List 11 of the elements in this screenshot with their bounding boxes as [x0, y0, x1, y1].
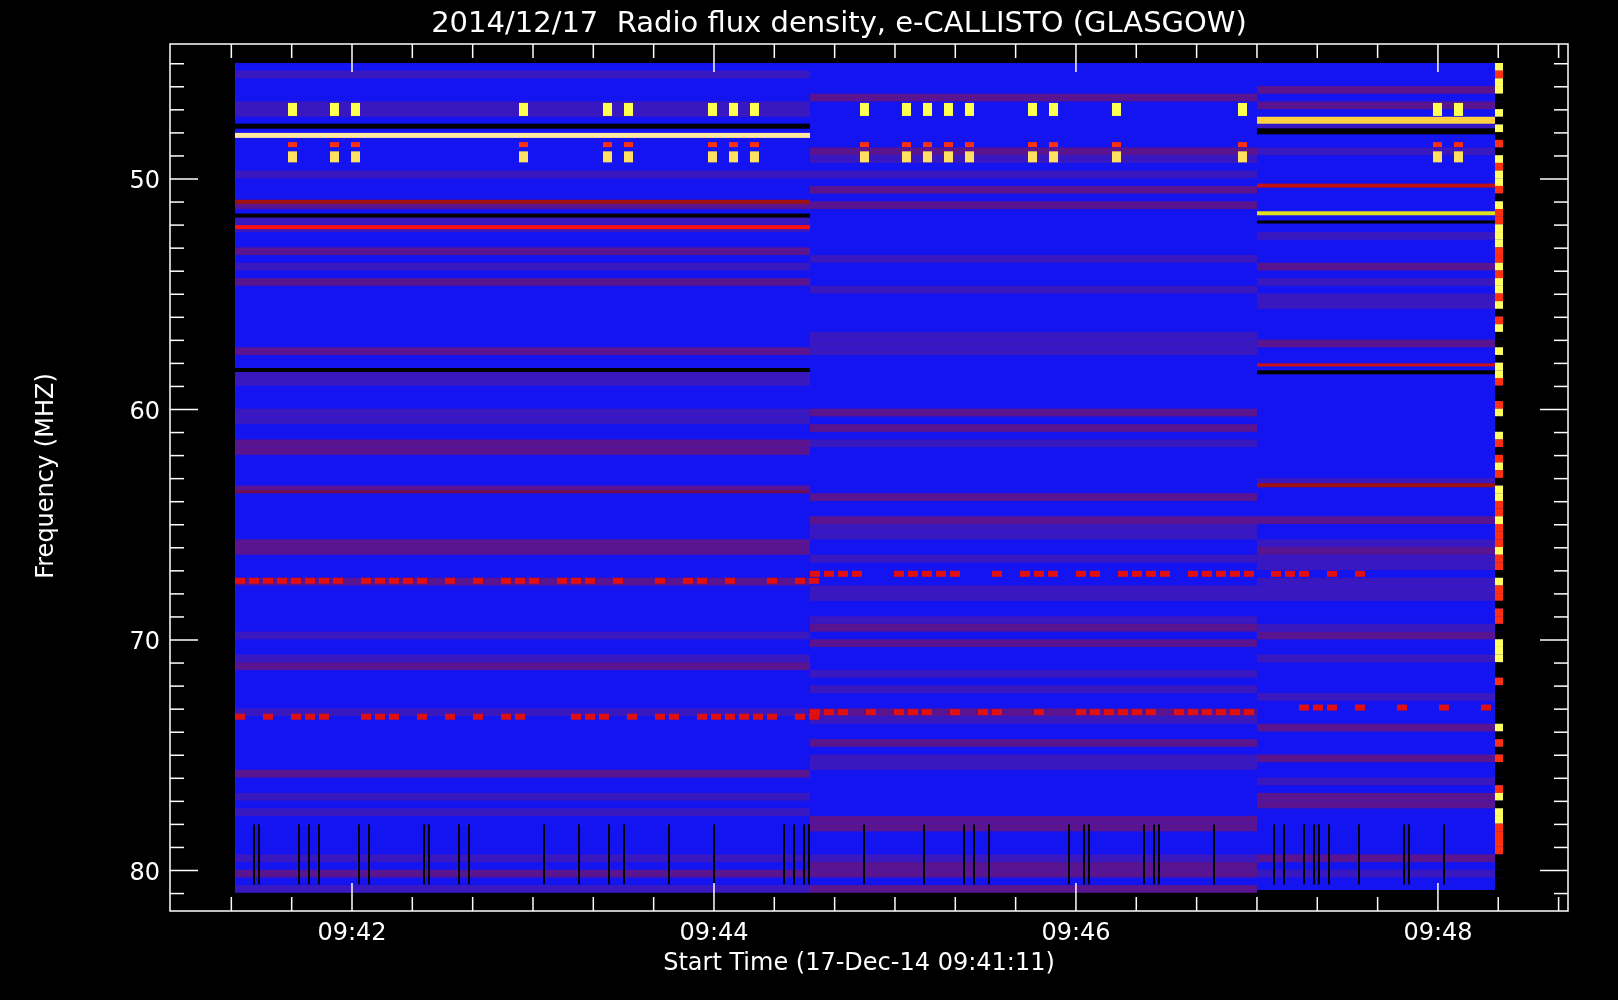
x-tick-label: 09:44	[679, 918, 749, 946]
x-tick-label: 09:46	[1041, 918, 1111, 946]
y-tick-label: 60	[129, 396, 160, 425]
x-tick-label: 09:42	[317, 918, 387, 946]
y-axis-label: Frequency (MHZ)	[31, 372, 59, 579]
y-tick-label: 50	[129, 166, 160, 194]
x-tick-label: 09:48	[1403, 918, 1473, 946]
y-tick-label: 80	[129, 857, 160, 886]
y-tick-label: 70	[129, 627, 160, 655]
x-axis-label: Start Time (17-Dec-14 09:41:11)	[663, 948, 1055, 976]
chart-title: 2014/12/17 Radio flux density, e-CALLISTO (GLASGOW)	[430, 3, 1248, 41]
